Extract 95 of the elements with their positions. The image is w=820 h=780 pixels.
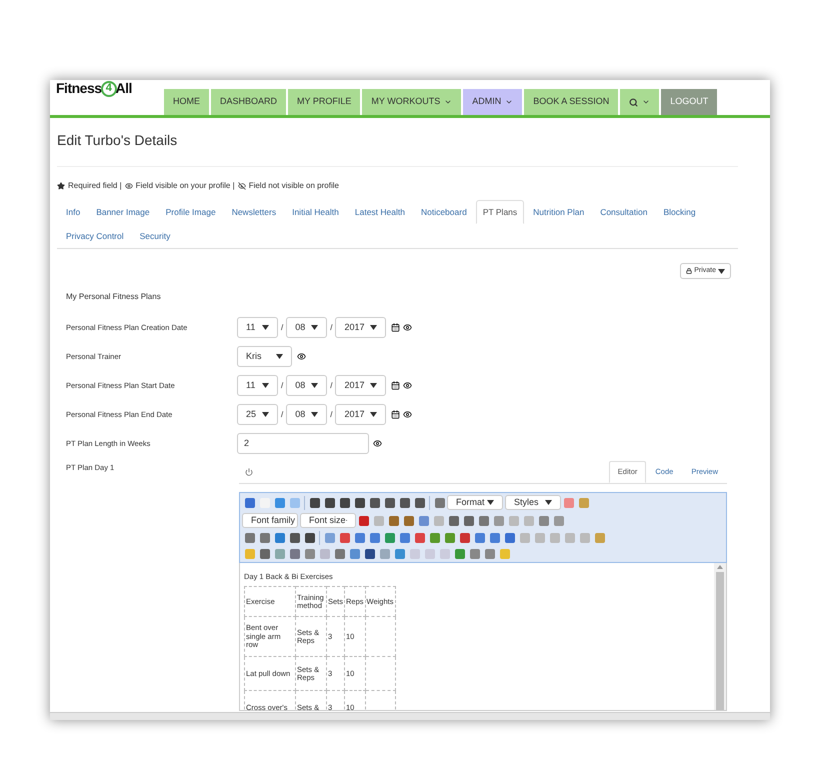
page-title: Edit Turbo's Details bbox=[57, 131, 178, 150]
tab[interactable]: Info bbox=[59, 200, 88, 224]
select-field[interactable]: Format bbox=[447, 495, 503, 510]
toolbar-icon[interactable] bbox=[448, 514, 460, 526]
date-separator: / bbox=[281, 322, 284, 334]
toolbar-icon[interactable] bbox=[338, 496, 350, 508]
date-separator: / bbox=[330, 408, 332, 420]
eye-icon bbox=[373, 439, 382, 448]
toolbar-icon[interactable] bbox=[274, 532, 286, 544]
toolbar-icon[interactable] bbox=[324, 496, 336, 508]
select-field[interactable]: 2017 bbox=[335, 375, 386, 396]
toolbar-icon[interactable] bbox=[304, 532, 316, 544]
tab[interactable]: Privacy Control bbox=[59, 224, 131, 248]
legend-text: Field visible on your profile | bbox=[136, 180, 235, 192]
eye-icon bbox=[124, 182, 133, 190]
tab[interactable]: Blocking bbox=[656, 200, 703, 224]
toolbar-icon[interactable] bbox=[354, 496, 366, 508]
select-field[interactable]: 08 bbox=[286, 317, 328, 338]
toolbar-icon[interactable] bbox=[402, 514, 414, 526]
tab[interactable]: Newsletters bbox=[224, 200, 284, 224]
toolbar-icon[interactable] bbox=[258, 532, 270, 544]
power-icon bbox=[245, 468, 253, 476]
legend-text: Required field | bbox=[68, 180, 122, 192]
eye-off-icon bbox=[238, 182, 246, 190]
toolbar-icon[interactable] bbox=[388, 514, 400, 526]
toolbar-icon[interactable] bbox=[364, 548, 376, 560]
legend-text: Field not visible on profile bbox=[248, 180, 339, 192]
date-separator: / bbox=[330, 380, 332, 392]
tab[interactable]: Consultation bbox=[593, 200, 654, 224]
toolbar-icon[interactable] bbox=[244, 496, 256, 508]
chevron-icon bbox=[505, 98, 514, 106]
tab[interactable]: PT Plans bbox=[476, 200, 524, 224]
tab[interactable]: Nutrition Plan bbox=[526, 200, 592, 224]
toolbar-icon[interactable] bbox=[334, 548, 346, 560]
section-title: My Personal Fitness Plans bbox=[66, 291, 162, 303]
input-field[interactable]: 2 bbox=[237, 433, 369, 454]
scrollbar[interactable] bbox=[714, 563, 726, 710]
nav-item[interactable]: HOME bbox=[164, 89, 209, 115]
toolbar-icon[interactable] bbox=[358, 514, 370, 526]
tab[interactable]: Latest Health bbox=[348, 200, 412, 224]
tab[interactable]: Profile Image bbox=[158, 200, 223, 224]
date-separator: / bbox=[281, 380, 284, 392]
toolbar-icon[interactable] bbox=[258, 548, 270, 560]
calendar-icon bbox=[391, 410, 400, 419]
toolbar-icon[interactable] bbox=[414, 496, 426, 508]
tab[interactable]: Banner Image bbox=[89, 200, 157, 224]
toolbar-icon[interactable] bbox=[244, 532, 256, 544]
select-field[interactable]: 08 bbox=[286, 404, 328, 425]
date-separator: / bbox=[281, 408, 284, 420]
select-field[interactable]: 08 bbox=[286, 375, 328, 396]
chevron-icon bbox=[444, 98, 452, 106]
tab[interactable]: Initial Health bbox=[285, 200, 346, 224]
lock-icon bbox=[686, 268, 692, 274]
toolbar-icon[interactable] bbox=[398, 496, 410, 508]
toolbar-icon[interactable] bbox=[458, 532, 470, 544]
nav-item[interactable]: DASHBOARD bbox=[211, 89, 286, 115]
select-field[interactable]: Font size bbox=[300, 513, 356, 528]
eye-icon bbox=[297, 352, 306, 361]
toolbar-icon[interactable] bbox=[338, 532, 350, 544]
eye-icon bbox=[403, 381, 412, 390]
select-field[interactable]: 2017 bbox=[335, 404, 386, 425]
toolbar-icon[interactable] bbox=[308, 496, 320, 508]
star-icon bbox=[57, 182, 65, 190]
logo[interactable]: Fitness 4 All bbox=[56, 80, 164, 99]
toolbar-icon[interactable] bbox=[462, 514, 474, 526]
nav-item[interactable]: MY PROFILE bbox=[288, 89, 360, 115]
scroll-up-icon[interactable] bbox=[717, 565, 723, 569]
chevron-icon bbox=[642, 98, 650, 106]
nav-item[interactable]: ADMIN bbox=[463, 89, 522, 115]
select-field[interactable]: Styles bbox=[505, 495, 561, 510]
search-icon bbox=[629, 98, 638, 106]
calendar-icon bbox=[391, 381, 400, 390]
eye-icon bbox=[403, 410, 412, 419]
tab[interactable]: Noticeboard bbox=[414, 200, 474, 224]
toolbar-icon[interactable] bbox=[384, 496, 396, 508]
toolbar-icon[interactable] bbox=[288, 532, 300, 544]
select-field[interactable]: 11 bbox=[237, 375, 278, 396]
nav-item[interactable]: BOOK A SESSION bbox=[524, 89, 618, 115]
toolbar-icon[interactable] bbox=[288, 548, 300, 560]
toolbar-icon[interactable] bbox=[414, 532, 426, 544]
date-separator: / bbox=[330, 322, 332, 334]
toolbar-icon[interactable] bbox=[504, 532, 516, 544]
eye-icon bbox=[403, 323, 412, 332]
select-field[interactable]: Kris bbox=[237, 346, 292, 367]
select-field[interactable]: 25 bbox=[237, 404, 278, 425]
calendar-icon bbox=[391, 323, 400, 332]
nav-item[interactable]: MY WORKOUTS bbox=[362, 89, 462, 115]
tab[interactable]: Security bbox=[132, 224, 178, 248]
search-menu[interactable] bbox=[620, 89, 660, 115]
select-field[interactable]: Font family bbox=[242, 513, 298, 528]
select-field[interactable]: 11 bbox=[237, 317, 278, 338]
toolbar-icon[interactable] bbox=[434, 496, 446, 508]
toolbar-icon[interactable] bbox=[478, 514, 490, 526]
select-field[interactable]: 2017 bbox=[335, 317, 386, 338]
toolbar-icon[interactable] bbox=[368, 496, 380, 508]
